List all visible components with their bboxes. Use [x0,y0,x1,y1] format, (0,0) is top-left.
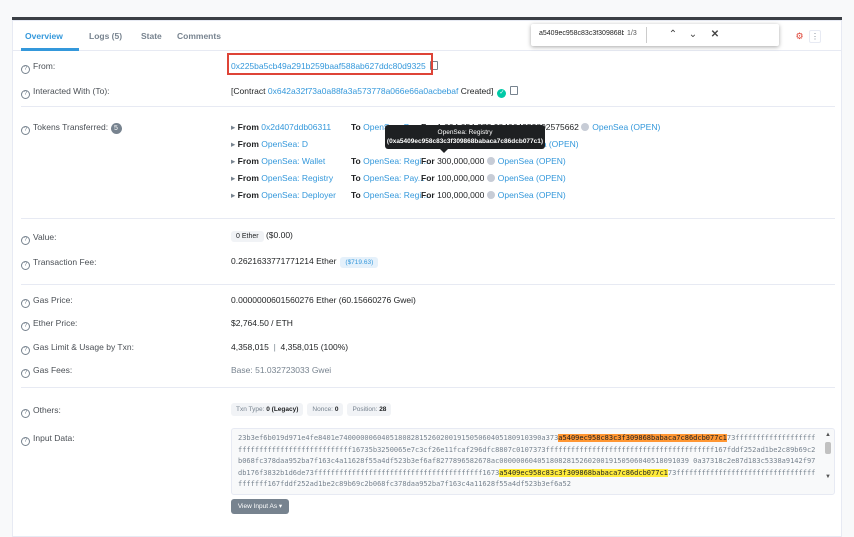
tab-active-indicator [21,48,79,51]
fee-label: ? Transaction Fee: [21,257,96,270]
gas-price-value: 0.0000000601560276 Ether (60.15660276 Gw… [231,295,416,305]
gas-fees-value: Base: 51.032723033 Gwei [231,365,332,375]
find-match-count: 1/3 [627,30,637,37]
tab-logs[interactable]: Logs (5) [89,31,122,41]
view-input-as-button[interactable]: View Input As ▾ [231,499,289,514]
tokens-count-badge: 5 [110,123,122,134]
tab-comments[interactable]: Comments [177,31,221,41]
question-icon: ? [21,409,30,418]
divider [21,387,835,388]
question-icon: ? [21,236,30,245]
token-link[interactable]: OpenSea (OPEN) [498,173,566,183]
gas-price-label: ? Gas Price: [21,295,73,308]
question-icon: ? [21,299,30,308]
find-in-page-bar: a5409ec958c83c3f309868ba 1/3 ⌃ ⌄ ✕ [531,24,779,46]
scroll-down-icon[interactable]: ▼ [824,473,832,481]
input-scrollbar[interactable]: ▲ ▼ [824,431,832,492]
check-circle-icon: ✓ [497,89,507,98]
question-icon: ? [21,322,30,331]
ether-price-label: ? Ether Price: [21,318,77,331]
scroll-up-icon[interactable]: ▲ [824,431,832,439]
txn-type-pill: Txn Type: 0 (Legacy) [231,403,304,416]
more-options-icon[interactable]: ⋮ [809,30,821,43]
gas-fees-label: ? Gas Fees: [21,365,72,378]
tokens-transferred-label: ? Tokens Transferred: 5 [21,122,122,135]
token-link[interactable]: OpenSea (OPEN) [592,122,660,132]
question-icon: ? [21,369,30,378]
transfer-from-link[interactable]: OpenSea: Registry [261,173,333,183]
value-label: ? Value: [21,232,56,245]
find-separator [646,27,647,43]
nonce-pill: Nonce: 0 [307,403,344,416]
token-icon [486,174,495,182]
question-icon: ? [21,261,30,270]
chevron-up-icon[interactable]: ⌃ [665,27,681,43]
token-link[interactable]: OpenSea (OPEN) [498,156,566,166]
token-icon [486,157,495,165]
transfer-row: ▸ From 0x2d407ddb06311 To OpenSea: Pay..… [231,122,661,132]
from-label: ? From: [21,61,55,74]
token-icon [581,123,590,131]
highlight-box [227,53,433,75]
token-link[interactable]: OpenSea (OPEN) [498,190,566,200]
fee-usd-badge: ($719.63) [340,257,379,268]
ether-price-value: $2,764.50 / ETH [231,318,293,328]
transfer-to-link[interactable]: OpenSea: Regi... [363,190,428,200]
value-ether-pill: 0 Ether [231,231,264,242]
transfer-row: ▸ From OpenSea: Deployer To OpenSea: Reg… [231,190,566,200]
tab-state[interactable]: State [141,31,162,41]
divider [21,218,835,219]
input-data-text: 23b3ef6b019d971e4fe8401e7400000060405180… [238,434,816,488]
others-label: ? Others: [21,405,61,418]
transfer-from-link[interactable]: OpenSea: D [261,139,308,149]
find-match: a5409ec958c83c3f309868babaca7c86dcb077c1 [499,468,668,477]
copy-icon[interactable] [510,86,519,95]
transfer-to-link[interactable]: OpenSea: Pay... [363,173,425,183]
interacted-value: [Contract 0x642a32f73a0a88fa3a573778a066… [231,86,519,98]
transfer-from-link[interactable]: OpenSea: Deployer [261,190,336,200]
transfer-from-link[interactable]: 0x2d407ddb06311 [261,122,331,132]
others-value: Txn Type: 0 (Legacy) Nonce: 0 Position: 28 [231,403,395,416]
position-pill: Position: 28 [347,403,392,416]
gas-limit-value: 4,358,015 | 4,358,015 (100%) [231,342,349,352]
tooltip-arrow [440,149,448,153]
value-value: 0 Ether ($0.00) [231,230,293,242]
input-data-label: ? Input Data: [21,433,75,446]
find-match-current: a5409ec958c83c3f309868babaca7c86dcb077c1 [558,434,727,442]
chevron-down-icon[interactable]: ⌄ [685,27,701,43]
question-icon: ? [21,65,30,74]
address-tooltip: OpenSea: Registry (0xa5409ec958c83c3f309… [385,125,545,149]
question-icon: ? [21,126,30,135]
divider [21,106,835,107]
divider [21,284,835,285]
close-icon[interactable]: ✕ [707,27,723,43]
question-icon: ? [21,346,30,355]
scroll-thumb[interactable] [825,442,831,454]
transfer-row: ▸ From OpenSea: Wallet To OpenSea: Regi.… [231,156,566,166]
gas-limit-label: ? Gas Limit & Usage by Txn: [21,342,134,355]
transaction-card: Overview Logs (5) State Comments a5409ec… [12,20,842,537]
contract-address-link[interactable]: 0x642a32f73a0a88fa3a573778a066e66a0acbeb… [268,86,459,96]
transfer-to-link[interactable]: OpenSea: Regi... [363,156,428,166]
token-icon [486,191,495,199]
fee-value: 0.2621633771771214 Ether ($719.63) [231,256,379,268]
tab-overview[interactable]: Overview [25,31,63,41]
find-input[interactable]: a5409ec958c83c3f309868ba [539,30,624,37]
question-icon: ? [21,437,30,446]
tab-bar: Overview Logs (5) State Comments a5409ec… [13,21,841,51]
interacted-label: ? Interacted With (To): [21,86,110,99]
transfer-row: ▸ From OpenSea: D 000 OpenSea (OPEN) [231,139,579,149]
transfer-row: ▸ From OpenSea: Registry To OpenSea: Pay… [231,173,566,183]
input-data-textarea[interactable]: 23b3ef6b019d971e4fe8401e7400000060405180… [231,428,835,495]
question-icon: ? [21,90,30,99]
transfer-from-link[interactable]: OpenSea: Wallet [261,156,325,166]
gear-icon[interactable]: ⚙ [795,32,804,41]
